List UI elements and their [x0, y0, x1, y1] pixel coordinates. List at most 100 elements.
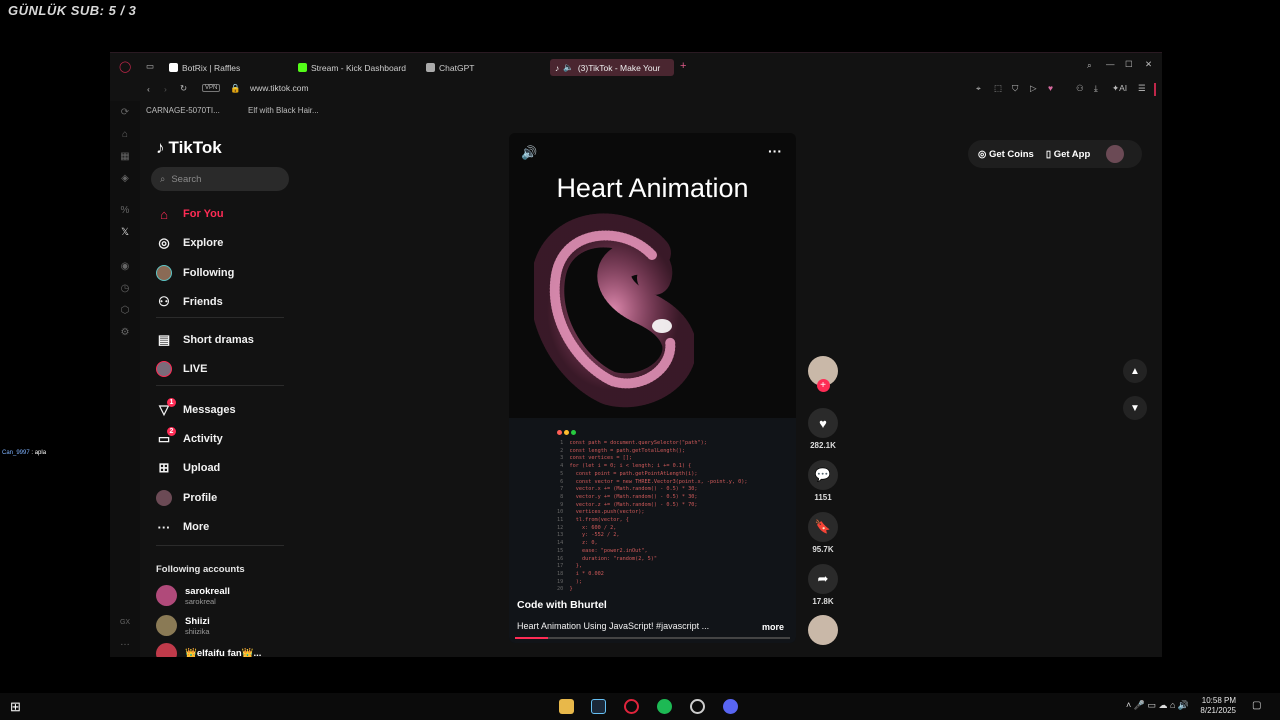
account-icon[interactable]: ⚇ — [1076, 83, 1084, 94]
tab-tiktok[interactable]: ♪ 🔈 (3)TikTok - Make Your — [550, 59, 674, 76]
vpn-badge[interactable]: VPN — [202, 84, 221, 92]
profile-avatar[interactable] — [1106, 145, 1125, 163]
nav-live[interactable]: LIVE — [156, 359, 207, 379]
reload-icon[interactable]: ↻ — [180, 83, 187, 94]
nav-activity[interactable]: ▭ 2 Activity — [156, 427, 223, 449]
get-coins-button[interactable]: ◎ Get Coins — [978, 149, 1034, 160]
nav-for-you[interactable]: ⌂ For You — [156, 204, 223, 224]
nav-upload[interactable]: ⊞ Upload — [156, 458, 221, 478]
line-number: 6 — [557, 478, 570, 485]
following-account[interactable]: Shiizi shiizika — [156, 615, 210, 636]
video-player[interactable]: 🔊 ··· Heart Animation 1 const path = doc… — [509, 133, 796, 643]
x-twitter-icon[interactable]: 𝕏 — [119, 227, 131, 239]
tools-icon[interactable]: % — [119, 205, 131, 217]
notifications-icon[interactable]: ▢ — [1252, 700, 1261, 711]
code-text-line: vector.x += (Math.random() - 0.5) * 30; — [569, 486, 698, 493]
code-line: 15 ease: "power2.inOut", — [557, 548, 748, 556]
save-count: 95.7K — [812, 545, 834, 554]
windows-start-icon[interactable]: ⊞ — [10, 699, 25, 714]
bookmark-icon[interactable]: ⌖ — [976, 83, 981, 94]
url-field[interactable]: www.tiktok.com — [250, 83, 309, 93]
heart-icon[interactable]: ♥ — [1048, 83, 1053, 93]
download-icon[interactable]: ⤓ — [1094, 83, 1098, 94]
like-button[interactable]: ♥ 282.1K — [807, 408, 839, 450]
new-tab-button[interactable]: + — [680, 60, 686, 72]
code-text-line: vector.y += (Math.random() - 0.5) * 30; — [569, 493, 698, 500]
nav-more[interactable]: ··· More — [156, 517, 210, 537]
system-clock[interactable]: 10:58 PM 8/21/2025 — [1200, 696, 1236, 716]
music-disc-button[interactable] — [807, 615, 839, 645]
player-sidebar-icon[interactable]: ◉ — [119, 261, 131, 273]
spotify-icon[interactable] — [657, 699, 672, 714]
code-text-line: const path = document.querySelector("pat… — [569, 440, 707, 446]
next-video-button[interactable]: ▼ — [1123, 396, 1147, 420]
previous-video-button[interactable]: ▲ — [1123, 359, 1147, 383]
nav-friends[interactable]: ⚇ Friends — [156, 292, 223, 312]
tab-chatgpt[interactable]: ChatGPT — [421, 59, 479, 76]
nav-messages[interactable]: ▽ 1 Messages — [156, 398, 236, 420]
following-account[interactable]: 👑elfaifu fan👑... — [156, 643, 261, 657]
code-text-line: z: 0, — [569, 540, 598, 547]
shield-icon[interactable]: ⛉ — [1012, 83, 1018, 94]
bookmark-elf[interactable]: Elf with Black Hair... — [248, 106, 319, 115]
search-input[interactable]: ⌕ Search — [151, 167, 289, 191]
menu-icon[interactable]: ☰ — [1138, 83, 1146, 94]
upload-icon: ⊞ — [158, 460, 170, 475]
obs-icon[interactable] — [690, 699, 705, 714]
line-number: 3 — [557, 455, 570, 462]
video-progress-bar[interactable] — [515, 637, 790, 639]
line-number: 9 — [557, 501, 570, 508]
settings-icon[interactable]: ⚙ — [119, 327, 131, 339]
speaker-icon[interactable]: 🔈 — [563, 62, 574, 73]
minimize-button[interactable]: — — [1106, 59, 1115, 69]
video-options-icon[interactable]: ··· — [768, 143, 782, 159]
nav-short-dramas[interactable]: ▤ Short dramas — [156, 330, 254, 350]
workspace-icon[interactable]: ▦ — [119, 151, 131, 163]
follow-plus-icon[interactable]: + — [816, 379, 830, 392]
tab-botrix[interactable]: BotRix | Raffles — [164, 59, 245, 76]
nav-explore[interactable]: ◎ Explore — [156, 233, 223, 253]
snapshot-icon[interactable]: ⬚ — [994, 83, 1002, 94]
search-tabs-icon[interactable]: ⌕ — [1087, 60, 1092, 71]
video-title: Heart Animation — [556, 173, 749, 203]
get-app-button[interactable]: ▯ Get App — [1046, 149, 1090, 160]
ai-button[interactable]: ✦AI — [1112, 83, 1127, 94]
messenger-icon[interactable]: ◈ — [119, 173, 131, 185]
following-account[interactable]: sarokreall sarokreal — [156, 585, 230, 606]
file-explorer-icon[interactable] — [559, 699, 574, 714]
bookmark-carnage[interactable]: CARNAGE-5070TI... — [146, 106, 220, 115]
following-avatar-icon — [156, 265, 172, 281]
back-icon[interactable]: ‹ — [147, 84, 150, 94]
opera-logo-icon[interactable]: ◯ — [119, 60, 131, 73]
comment-button[interactable]: 💬 1151 — [807, 460, 839, 502]
maximize-button[interactable]: ☐ — [1125, 59, 1133, 70]
steam-icon[interactable] — [591, 699, 606, 714]
player-icon[interactable]: ▷ — [1030, 83, 1037, 94]
clock-icon[interactable]: ◷ — [119, 283, 131, 295]
discord-icon[interactable] — [723, 699, 738, 714]
more-dots-icon[interactable]: … — [119, 637, 131, 649]
close-window-button[interactable]: ✕ — [1145, 59, 1152, 70]
volume-icon[interactable]: 🔊 — [521, 145, 537, 161]
video-author[interactable]: Code with Bhurtel — [517, 599, 607, 611]
more-button[interactable]: more — [762, 622, 784, 632]
tab-menu-icon[interactable]: ▭ — [146, 61, 154, 72]
save-button[interactable]: 🔖 95.7K — [807, 512, 839, 554]
creator-avatar-button[interactable]: + — [807, 356, 839, 392]
opera-gx-icon[interactable] — [624, 699, 639, 714]
extensions-icon[interactable]: ⬡ — [119, 305, 131, 317]
code-line: 17 }, — [557, 563, 748, 571]
shopping-icon[interactable]: ⌂ — [119, 129, 131, 141]
tray-icons[interactable]: ˄ 🎤 ▭ ☁ ⌂ 🔊 — [1126, 700, 1189, 711]
tab-kick[interactable]: Stream - Kick Dashboard — [293, 59, 411, 76]
share-button[interactable]: ➦ 17.8K — [807, 564, 839, 606]
code-line: 18 i * 0.002 — [557, 571, 748, 579]
nav-following[interactable]: Following — [156, 263, 234, 283]
forward-icon[interactable]: › — [164, 84, 167, 94]
heart-icon: ♥ — [808, 408, 838, 438]
history-icon[interactable]: ⟳ — [119, 107, 131, 119]
gx-icon[interactable]: GX — [119, 617, 131, 629]
tiktok-logo[interactable]: ♪ TikTok — [156, 138, 222, 158]
line-number: 5 — [557, 470, 570, 477]
nav-profile[interactable]: Profile — [156, 488, 217, 508]
